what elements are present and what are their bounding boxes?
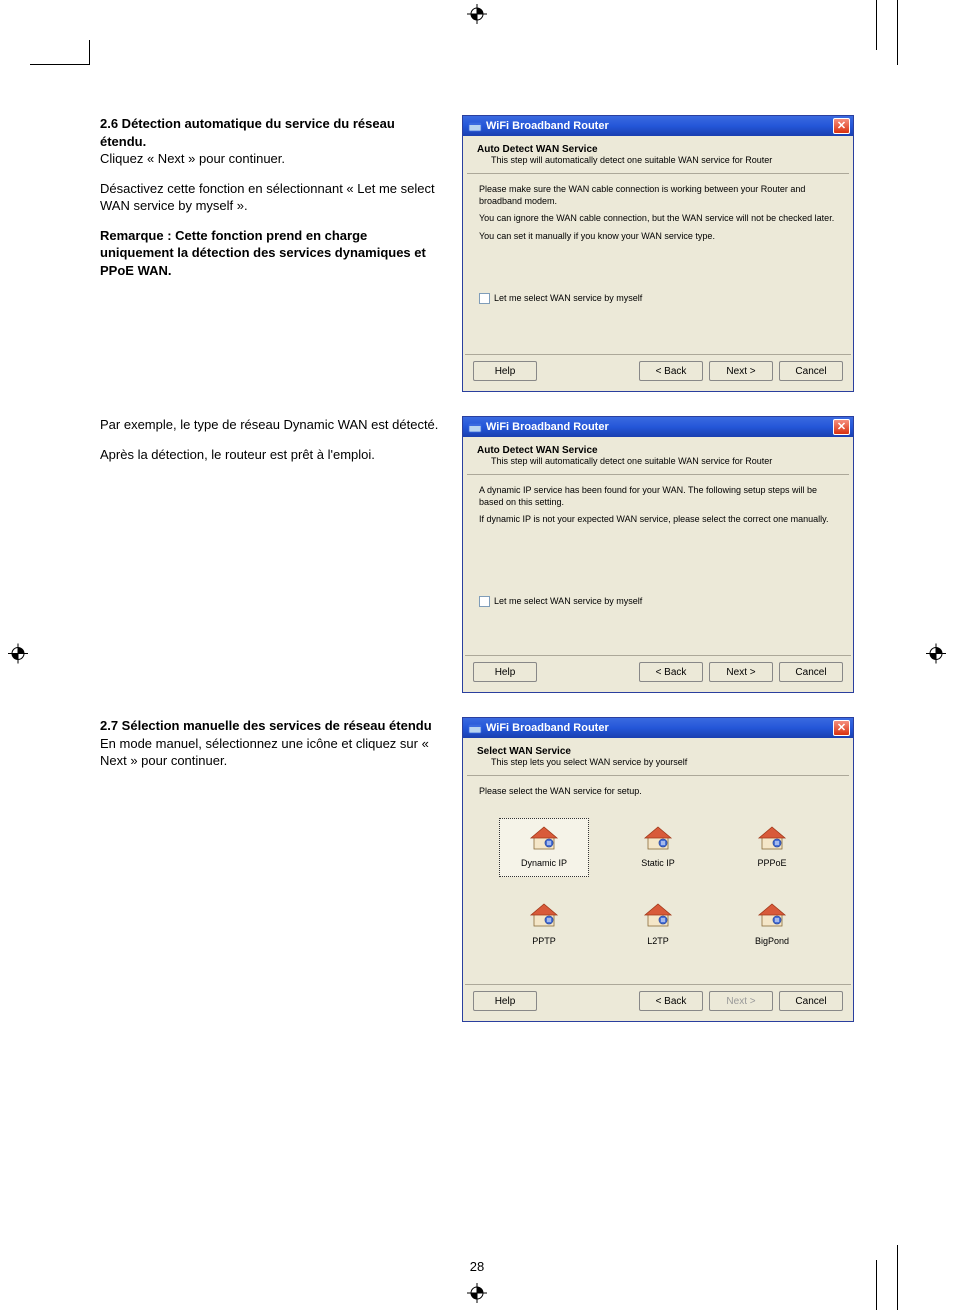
crop-mark (30, 40, 90, 65)
dialog-text: A dynamic IP service has been found for … (479, 485, 837, 508)
service-label: BigPond (730, 936, 814, 948)
registration-mark-icon (8, 644, 28, 667)
house-network-icon (643, 902, 673, 928)
next-button[interactable]: Next > (709, 991, 773, 1011)
app-icon (468, 420, 482, 434)
section-heading: 2.6 Détection automatique du service du … (100, 116, 395, 149)
window-title: WiFi Broadband Router (486, 722, 833, 734)
house-network-icon (529, 902, 559, 928)
wan-service-bigpond[interactable]: BigPond (727, 895, 817, 954)
wan-service-pppoe[interactable]: PPPoE (727, 818, 817, 877)
service-label: PPTP (502, 936, 586, 948)
cancel-button[interactable]: Cancel (779, 662, 843, 682)
help-button[interactable]: Help (473, 361, 537, 381)
body-text: Par exemple, le type de réseau Dynamic W… (100, 416, 440, 434)
registration-mark-icon (926, 644, 946, 667)
section-heading: 2.7 Sélection manuelle des services de r… (100, 718, 432, 733)
checkbox-label: Let me select WAN service by myself (494, 596, 642, 608)
close-icon[interactable]: ✕ (833, 419, 850, 435)
dialog-text: Please select the WAN service for setup. (479, 786, 837, 798)
house-network-icon (757, 825, 787, 851)
back-button[interactable]: < Back (639, 361, 703, 381)
body-text: Désactivez cette fonction en sélectionna… (100, 180, 440, 215)
titlebar[interactable]: WiFi Broadband Router ✕ (463, 116, 853, 136)
registration-mark-icon (467, 4, 487, 27)
dialog-auto-detect-result: WiFi Broadband Router ✕ Auto Detect WAN … (462, 416, 854, 693)
service-label: L2TP (616, 936, 700, 948)
registration-mark-icon (467, 1283, 487, 1306)
body-text: Cliquez « Next » pour continuer. (100, 151, 285, 166)
close-icon[interactable]: ✕ (833, 118, 850, 134)
dialog-text: Please make sure the WAN cable connectio… (479, 184, 837, 207)
body-text: Après la détection, le routeur est prêt … (100, 446, 440, 464)
checkbox-row[interactable]: Let me select WAN service by myself (479, 596, 837, 608)
dialog-text: You can ignore the WAN cable connection,… (479, 213, 837, 225)
crop-mark (897, 1245, 898, 1310)
dialog-header-subtitle: This step lets you select WAN service by… (477, 757, 839, 767)
checkbox-row[interactable]: Let me select WAN service by myself (479, 293, 837, 305)
page-number: 28 (0, 1259, 954, 1274)
app-icon (468, 721, 482, 735)
dialog-select-wan: WiFi Broadband Router ✕ Select WAN Servi… (462, 717, 854, 1022)
service-label: PPPoE (730, 858, 814, 870)
cancel-button[interactable]: Cancel (779, 991, 843, 1011)
service-label: Dynamic IP (502, 858, 586, 870)
next-button[interactable]: Next > (709, 662, 773, 682)
back-button[interactable]: < Back (639, 991, 703, 1011)
house-network-icon (643, 825, 673, 851)
house-network-icon (529, 825, 559, 851)
titlebar[interactable]: WiFi Broadband Router ✕ (463, 718, 853, 738)
body-text: En mode manuel, sélectionnez une icône e… (100, 736, 429, 769)
back-button[interactable]: < Back (639, 662, 703, 682)
titlebar[interactable]: WiFi Broadband Router ✕ (463, 417, 853, 437)
dialog-text: If dynamic IP is not your expected WAN s… (479, 514, 837, 526)
checkbox-icon[interactable] (479, 293, 490, 304)
cancel-button[interactable]: Cancel (779, 361, 843, 381)
wan-service-pptp[interactable]: PPTP (499, 895, 589, 954)
wan-service-l2tp[interactable]: L2TP (613, 895, 703, 954)
crop-mark (876, 0, 877, 50)
dialog-header-subtitle: This step will automatically detect one … (477, 155, 839, 165)
wan-service-static-ip[interactable]: Static IP (613, 818, 703, 877)
dialog-header-title: Auto Detect WAN Service (477, 445, 839, 456)
service-label: Static IP (616, 858, 700, 870)
close-icon[interactable]: ✕ (833, 720, 850, 736)
wan-service-dynamic-ip[interactable]: Dynamic IP (499, 818, 589, 877)
help-button[interactable]: Help (473, 662, 537, 682)
dialog-header-subtitle: This step will automatically detect one … (477, 456, 839, 466)
app-icon (468, 119, 482, 133)
crop-mark (897, 0, 898, 65)
dialog-text: You can set it manually if you know your… (479, 231, 837, 243)
window-title: WiFi Broadband Router (486, 421, 833, 433)
dialog-auto-detect: WiFi Broadband Router ✕ Auto Detect WAN … (462, 115, 854, 392)
house-network-icon (757, 902, 787, 928)
help-button[interactable]: Help (473, 991, 537, 1011)
dialog-header-title: Select WAN Service (477, 746, 839, 757)
next-button[interactable]: Next > (709, 361, 773, 381)
dialog-header-title: Auto Detect WAN Service (477, 144, 839, 155)
body-text-bold: Remarque : Cette fonction prend en charg… (100, 228, 426, 278)
checkbox-label: Let me select WAN service by myself (494, 293, 642, 305)
checkbox-icon[interactable] (479, 596, 490, 607)
window-title: WiFi Broadband Router (486, 120, 833, 132)
